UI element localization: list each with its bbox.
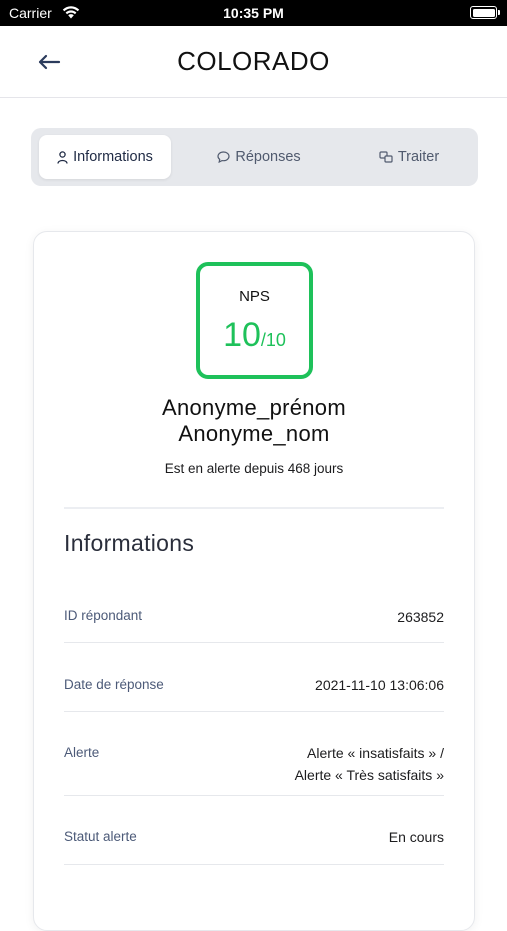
info-value: 2021-11-10 13:06:06 <box>315 677 444 693</box>
clock: 10:35 PM <box>223 5 284 21</box>
info-value: En cours <box>388 829 444 845</box>
nps-score: 10/10 <box>200 316 309 355</box>
row-divider <box>64 642 444 643</box>
nps-badge: NPS 10/10 <box>196 262 313 379</box>
tab-informations[interactable]: Informations <box>39 135 171 179</box>
respondent-name: Anonyme_prénom Anonyme_nom <box>34 395 474 447</box>
alert-value-line-2: Alerte « Très satisfaits » <box>294 767 444 783</box>
alert-value-line-1: Alerte « insatisfaits » / <box>307 745 444 761</box>
nav-bar: COLORADO <box>0 26 507 98</box>
section-title: Informations <box>64 530 195 556</box>
nps-score-value: 10 <box>223 316 261 354</box>
info-label: Alerte <box>64 745 100 760</box>
tab-reponses-label: Réponses <box>235 149 301 165</box>
respondent-last-name: Anonyme_nom <box>178 421 330 446</box>
respondent-first-name: Anonyme_prénom <box>162 395 346 420</box>
treat-icon <box>379 151 393 163</box>
row-divider <box>64 864 444 865</box>
info-label: Statut alerte <box>64 829 137 844</box>
page-title: COLORADO <box>177 46 330 76</box>
alert-duration: Est en alerte depuis 468 jours <box>164 461 344 476</box>
respondent-card: NPS 10/10 Anonyme_prénom Anonyme_nom Est… <box>33 231 475 931</box>
status-bar: Carrier 10:35 PM <box>0 0 507 26</box>
info-label: Date de réponse <box>64 677 164 692</box>
info-value: 263852 <box>397 609 444 625</box>
nps-label: NPS <box>239 288 270 305</box>
battery-icon <box>470 6 500 19</box>
tab-reponses[interactable]: Réponses <box>199 135 319 179</box>
person-icon <box>57 150 68 164</box>
chat-bubble-icon <box>217 151 230 163</box>
info-value: Alerte « insatisfaits » / Alerte « Très … <box>295 742 444 786</box>
tab-traiter[interactable]: Traiter <box>361 135 457 179</box>
tab-traiter-label: Traiter <box>397 149 440 165</box>
section-divider <box>64 507 444 509</box>
row-divider <box>64 795 444 796</box>
tab-informations-label: Informations <box>73 149 153 165</box>
nps-score-max: /10 <box>260 330 286 350</box>
segmented-tabs: Informations Réponses Traiter <box>31 128 478 186</box>
info-label: ID répondant <box>64 608 143 623</box>
row-divider <box>64 711 444 712</box>
